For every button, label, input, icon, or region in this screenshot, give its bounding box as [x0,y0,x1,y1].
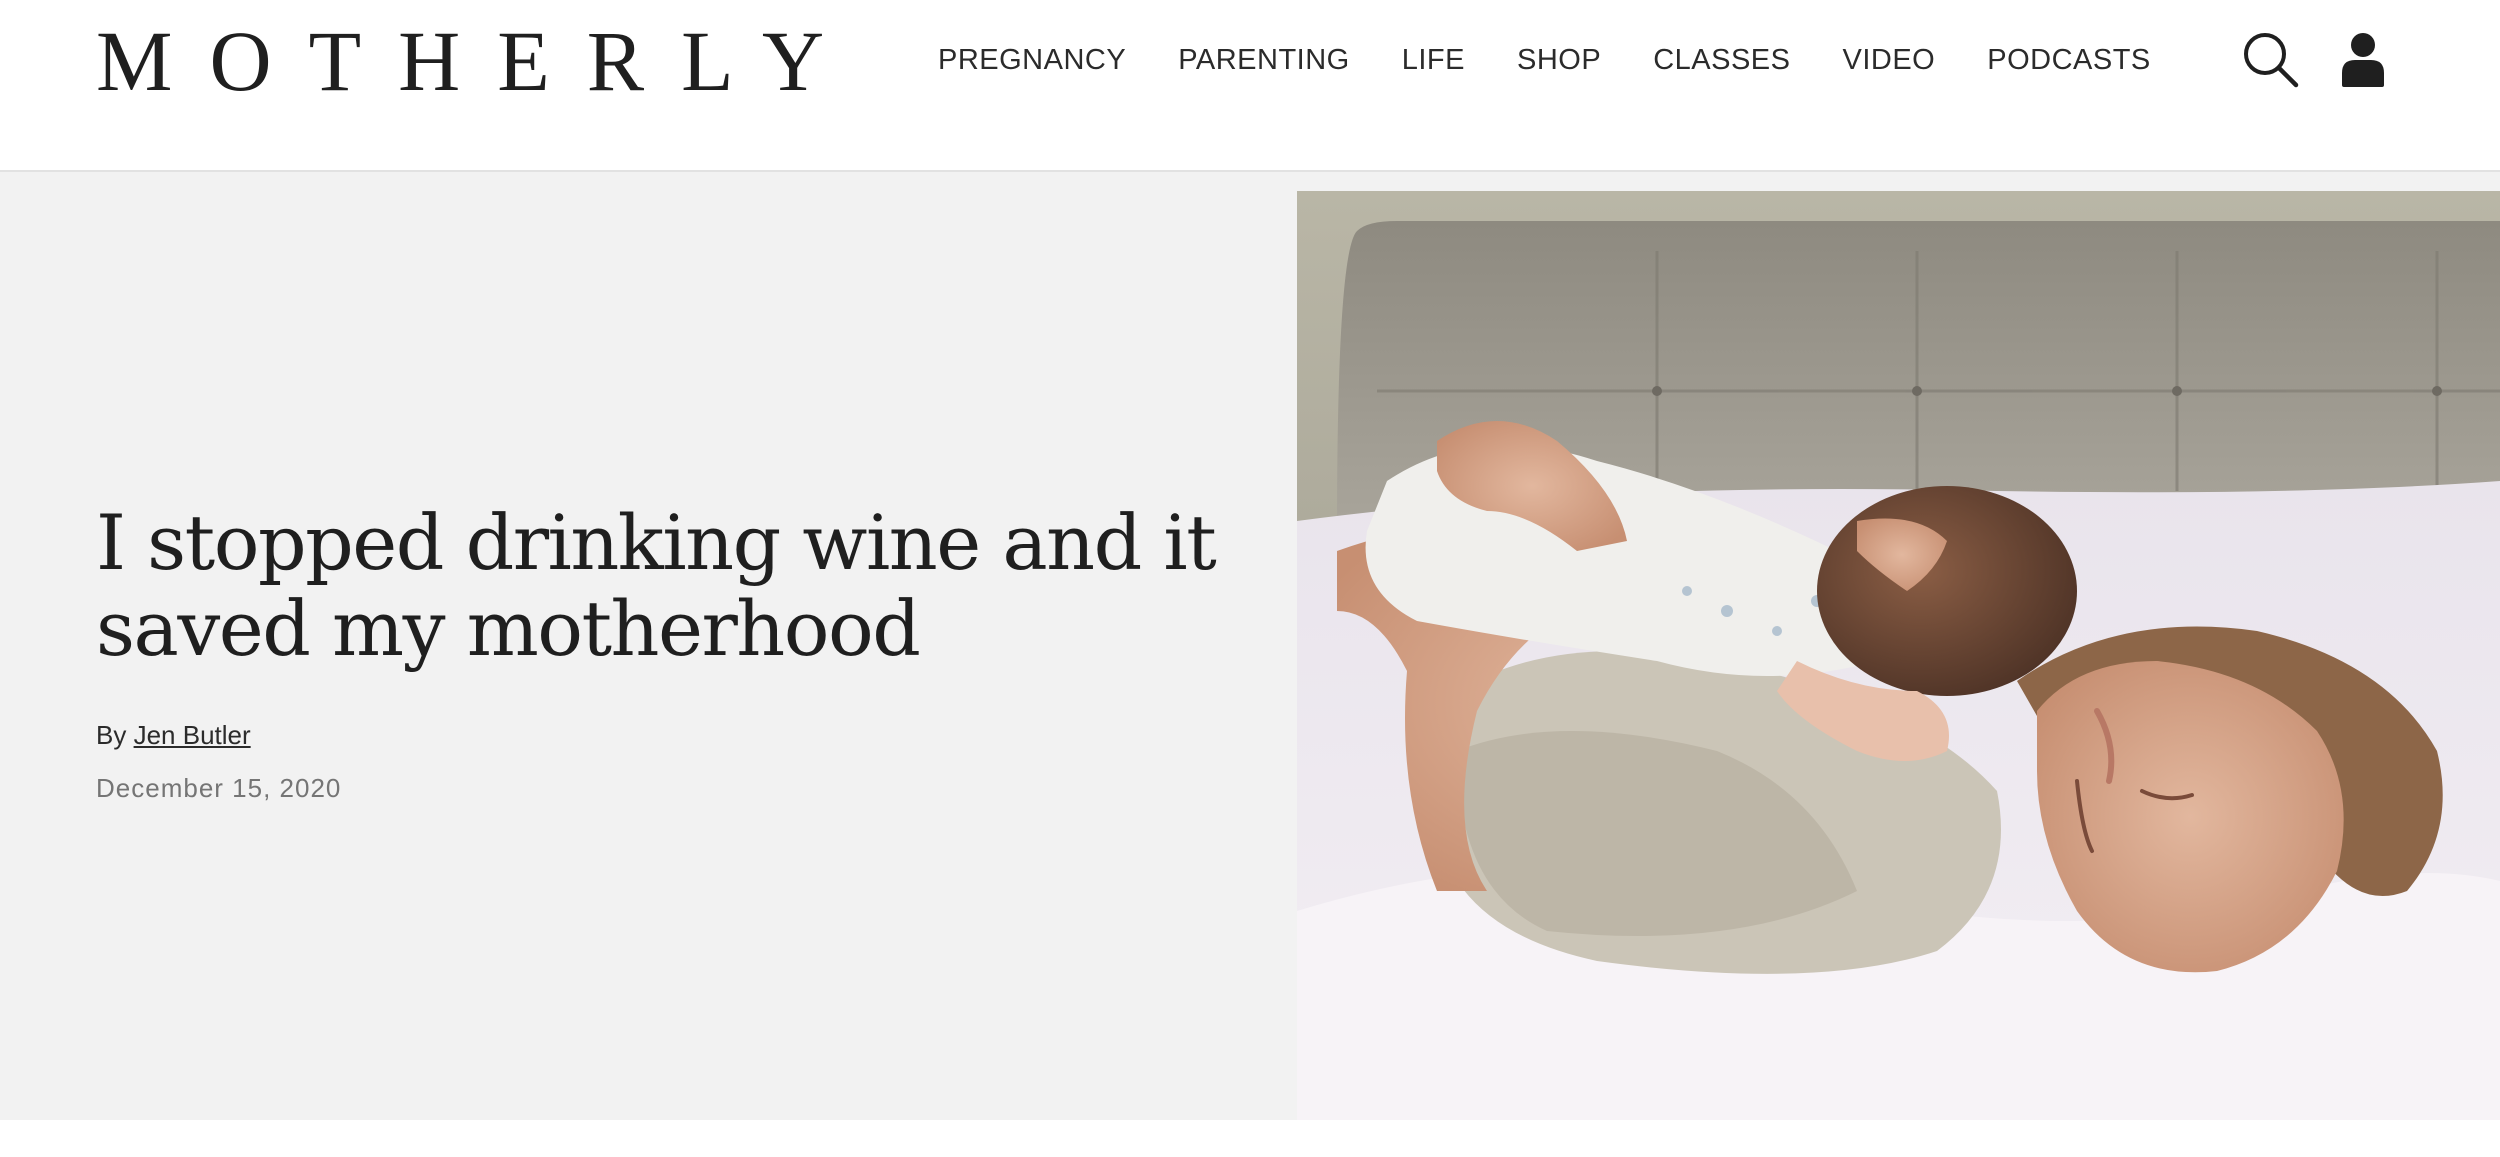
header-actions [2240,28,2394,92]
nav-item-classes[interactable]: CLASSES [1653,44,1790,77]
author-link[interactable]: Jen Butler [134,720,251,750]
nav-item-life[interactable]: LIFE [1402,44,1465,77]
nav-item-podcasts[interactable]: PODCASTS [1987,44,2151,77]
search-icon[interactable] [2240,29,2302,91]
nav-item-shop[interactable]: SHOP [1517,44,1601,77]
nav-item-parenting[interactable]: PARENTING [1178,44,1350,77]
byline: By Jen Butler [96,720,1246,751]
page-below-hero [0,1120,2500,1157]
article-headline: I stopped drinking wine and it saved my … [96,498,1217,673]
nav-item-pregnancy[interactable]: PREGNANCY [938,44,1126,77]
byline-prefix: By [96,720,127,750]
publish-date: December 15, 2020 [96,773,342,803]
nav-item-video[interactable]: VIDEO [1842,44,1935,77]
article-hero: I stopped drinking wine and it saved my … [0,172,2500,1120]
user-icon[interactable] [2332,29,2394,91]
main-nav: PREGNANCY PARENTING LIFE SHOP CLASSES VI… [938,40,2151,80]
page: MOTHERLY PREGNANCY PARENTING LIFE SHOP C… [0,0,2500,1157]
site-logo[interactable]: MOTHERLY [96,18,861,104]
hero-image [1297,191,2500,1120]
article-header: I stopped drinking wine and it saved my … [96,500,1246,804]
site-header: MOTHERLY PREGNANCY PARENTING LIFE SHOP C… [0,0,2500,172]
